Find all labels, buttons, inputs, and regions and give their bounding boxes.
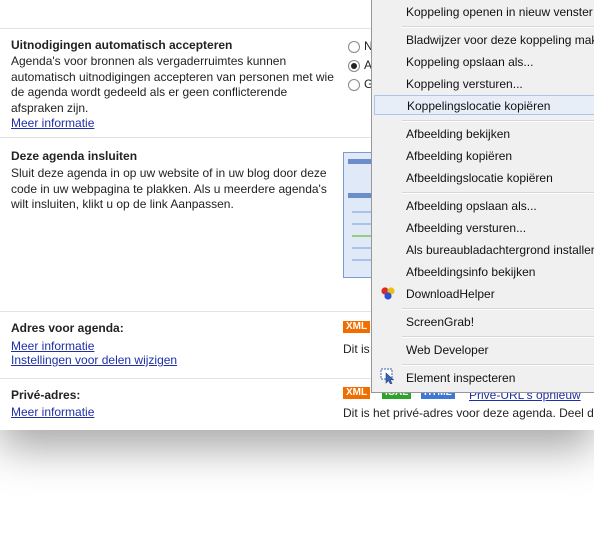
menu-separator — [402, 192, 594, 194]
embed-description: Sluit deze agenda in op uw website of in… — [11, 166, 327, 211]
auto-accept-radio-1[interactable] — [348, 41, 360, 53]
sharing-settings-link[interactable]: Instellingen voor delen wijzigen — [11, 353, 177, 367]
menu-item-view-image[interactable]: Afbeelding bekijken — [406, 127, 510, 141]
menu-item-copy-image-location[interactable]: Afbeeldingslocatie kopiëren — [406, 171, 553, 185]
address-more-info-link[interactable]: Meer informatie — [11, 339, 94, 353]
menu-item-web-developer[interactable]: Web Developer — [406, 343, 489, 357]
menu-item-save-link[interactable]: Koppeling opslaan als... — [406, 55, 533, 69]
menu-separator — [402, 336, 594, 338]
auto-accept-description: Agenda's voor bronnen als vergaderruimte… — [11, 54, 334, 130]
menu-item-inspect-element[interactable]: Element inspecteren — [406, 371, 515, 385]
menu-item-set-desktop-background[interactable]: Als bureaubladachtergrond installer — [406, 243, 594, 257]
embed-title: Deze agenda insluiten — [11, 149, 138, 163]
inspect-element-icon — [380, 368, 395, 384]
menu-separator — [402, 26, 594, 28]
auto-accept-title: Uitnodigingen automatisch accepteren — [11, 38, 233, 52]
downloadhelper-icon — [381, 287, 395, 300]
private-xml-badge[interactable]: XML — [343, 387, 371, 399]
menu-item-send-link[interactable]: Koppeling versturen... — [406, 77, 523, 91]
private-more-info-link[interactable]: Meer informatie — [11, 405, 94, 419]
private-address-text: Dit is het privé-adres voor deze agenda.… — [343, 406, 594, 420]
auto-accept-radio-3[interactable] — [348, 79, 360, 91]
address-title: Adres voor agenda: — [11, 321, 124, 335]
menu-separator — [402, 120, 594, 122]
menu-item-save-image[interactable]: Afbeelding opslaan als... — [406, 199, 537, 213]
menu-item-open-link-new-window[interactable]: Koppeling openen in nieuw venster — [406, 5, 593, 19]
menu-item-copy-link-location[interactable]: Koppelingslocatie kopiëren — [374, 95, 594, 115]
menu-item-copy-image[interactable]: Afbeelding kopiëren — [406, 149, 512, 163]
menu-item-bookmark-link[interactable]: Bladwijzer voor deze koppeling mak — [406, 33, 594, 47]
menu-item-screengrab[interactable]: ScreenGrab! — [406, 315, 474, 329]
menu-separator — [402, 364, 594, 366]
menu-separator — [402, 308, 594, 310]
context-menu: Koppeling openen in nieuw venster Bladwi… — [371, 0, 594, 393]
auto-accept-more-info-link[interactable]: Meer informatie — [11, 116, 94, 130]
menu-item-downloadhelper[interactable]: DownloadHelper — [406, 287, 495, 301]
menu-item-send-image[interactable]: Afbeelding versturen... — [406, 221, 526, 235]
private-address-title: Privé-adres: — [11, 388, 81, 402]
auto-accept-radio-2[interactable] — [348, 60, 360, 72]
menu-item-image-info[interactable]: Afbeeldingsinfo bekijken — [406, 265, 535, 279]
address-text: Dit is — [343, 342, 370, 356]
address-xml-badge[interactable]: XML — [343, 321, 371, 333]
